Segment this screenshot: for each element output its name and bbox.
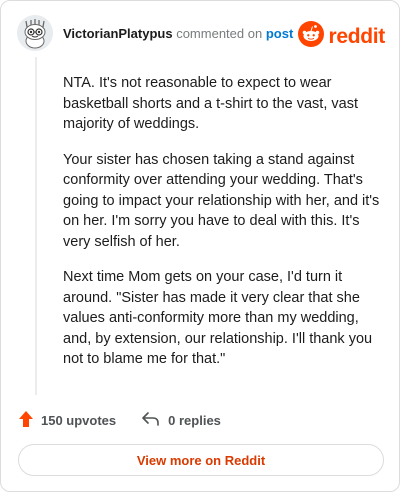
comment-paragraph: NTA. It's not reasonable to expect to we… xyxy=(63,75,358,132)
comment-byline: VictorianPlatypus commented on post xyxy=(63,26,293,41)
reddit-logo[interactable]: reddit xyxy=(298,21,385,52)
replies-stat[interactable]: 0 replies xyxy=(142,411,221,429)
snoo-avatar-icon[interactable] xyxy=(17,15,53,51)
upvote-arrow-icon[interactable] xyxy=(19,410,41,430)
upvotes-count: 150 upvotes xyxy=(41,412,117,428)
comment-embed-card: VictorianPlatypus commented on post redd… xyxy=(0,0,400,492)
thread-line xyxy=(35,57,37,395)
comment-footer: 150 upvotes 0 replies xyxy=(19,409,221,431)
post-link[interactable]: post xyxy=(266,26,293,41)
comment-header: VictorianPlatypus commented on post redd… xyxy=(17,15,385,55)
replies-count: 0 replies xyxy=(168,412,221,428)
reply-arrow-icon[interactable] xyxy=(142,411,168,429)
comment-paragraph: Your sister has chosen taking a stand ag… xyxy=(63,151,380,250)
upvotes-stat[interactable]: 150 upvotes xyxy=(19,410,117,430)
reddit-snoo-icon xyxy=(298,21,325,52)
reddit-wordmark: reddit xyxy=(328,24,385,48)
comment-paragraph: Next time Mom gets on your case, I'd tur… xyxy=(63,269,373,367)
view-more-button[interactable]: View more on Reddit xyxy=(18,444,384,476)
comment-action-text: commented on xyxy=(176,26,263,41)
comment-body: NTA. It's not reasonable to expect to we… xyxy=(63,73,381,385)
username-link[interactable]: VictorianPlatypus xyxy=(63,26,173,41)
